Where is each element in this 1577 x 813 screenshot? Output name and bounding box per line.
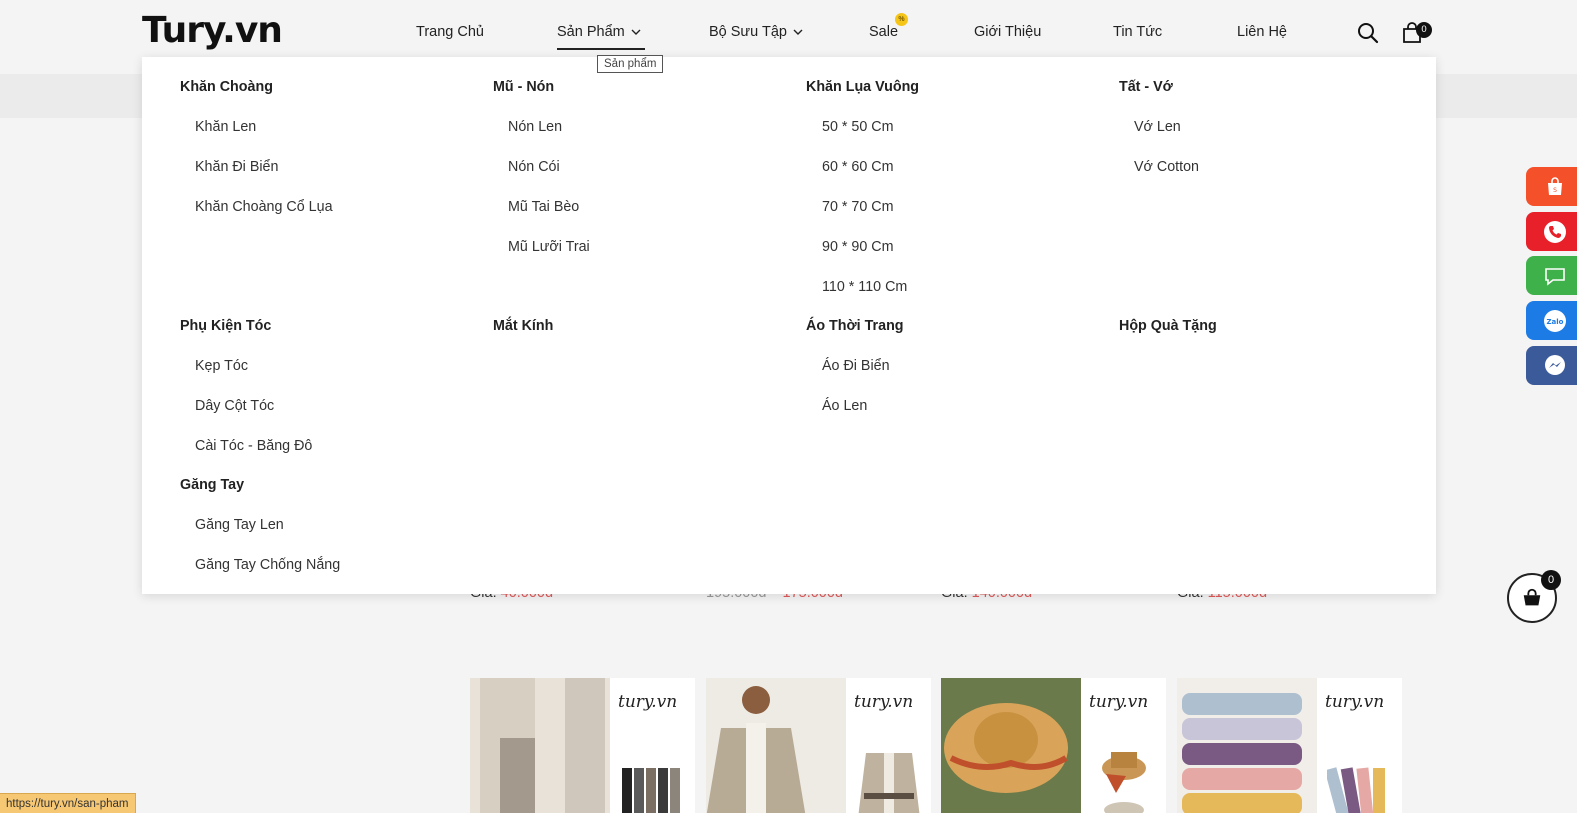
menu-category-mat-kinh[interactable]: Mắt Kính <box>493 318 553 334</box>
menu-item[interactable]: Mũ Tai Bèo <box>508 199 579 215</box>
product-thumbnail <box>858 753 920 813</box>
brand-watermark: tury.vn <box>618 692 678 712</box>
menu-item[interactable]: 70 * 70 Cm <box>822 199 894 215</box>
zalo-button[interactable]: Zalo <box>1526 301 1577 340</box>
product-card[interactable]: tury.vn <box>470 678 695 813</box>
menu-category-ao-thoi-trang[interactable]: Áo Thời Trang <box>806 318 904 334</box>
nav-sale[interactable]: Sale <box>869 24 898 40</box>
logo[interactable]: Tury.vn <box>142 10 283 51</box>
brand-watermark: tury.vn <box>1325 692 1385 712</box>
menu-category-tat-vo[interactable]: Tất - Vớ <box>1119 79 1173 95</box>
nav-bo-suu-tap[interactable]: Bộ Sưu Tập <box>709 24 803 40</box>
nav-label: Trang Chủ <box>416 24 484 40</box>
tooltip: Sản phẩm <box>597 55 664 73</box>
menu-item[interactable]: Khăn Choàng Cổ Lụa <box>195 199 333 215</box>
product-image <box>941 678 1081 813</box>
brand-watermark: tury.vn <box>1089 692 1149 712</box>
menu-item[interactable]: Nón Cói <box>508 159 560 175</box>
menu-item[interactable]: Khăn Đi Biển <box>195 159 278 175</box>
menu-item[interactable]: Nón Len <box>508 119 562 135</box>
product-image <box>470 678 610 813</box>
chat-bubble-icon <box>1544 267 1565 286</box>
product-card[interactable]: tury.vn <box>941 678 1166 813</box>
menu-item[interactable]: 60 * 60 Cm <box>822 159 894 175</box>
product-thumbnail <box>1327 767 1385 813</box>
browser-status-url: https://tury.vn/san-pham <box>0 793 136 813</box>
menu-item[interactable]: Kẹp Tóc <box>195 358 248 374</box>
menu-item[interactable]: Áo Len <box>822 398 867 414</box>
menu-item[interactable]: Dây Cột Tóc <box>195 398 274 414</box>
menu-item[interactable]: Mũ Lưỡi Trai <box>508 239 590 255</box>
menu-item[interactable]: Vớ Cotton <box>1134 159 1199 175</box>
nav-tin-tuc[interactable]: Tin Tức <box>1113 24 1162 40</box>
menu-item[interactable]: 50 * 50 Cm <box>822 119 894 135</box>
nav-gioi-thieu[interactable]: Giới Thiệu <box>974 24 1041 40</box>
zalo-label: Zalo <box>1546 318 1563 326</box>
nav-label: Tin Tức <box>1113 24 1163 40</box>
menu-item[interactable]: Khăn Len <box>195 119 256 135</box>
nav-label: Bộ Sưu Tập <box>709 24 787 40</box>
product-image <box>706 678 846 813</box>
mega-menu-dropdown: Khăn Choàng Khăn Len Khăn Đi Biển Khăn C… <box>142 57 1436 594</box>
product-card[interactable]: tury.vn <box>706 678 931 813</box>
svg-text:S: S <box>1553 187 1557 194</box>
zalo-icon: Zalo <box>1543 309 1566 332</box>
shopee-button[interactable]: S <box>1526 167 1577 206</box>
nav-label: Sale <box>869 24 899 40</box>
sale-badge: % <box>895 13 908 26</box>
product-image <box>1177 678 1317 813</box>
messenger-button[interactable] <box>1526 346 1577 385</box>
menu-item[interactable]: Cài Tóc - Băng Đô <box>195 438 312 454</box>
menu-category-hop-qua-tang[interactable]: Hộp Quà Tặng <box>1119 318 1217 334</box>
chevron-down-icon <box>793 29 803 35</box>
floating-cart-count: 0 <box>1541 570 1561 590</box>
phone-icon <box>1543 220 1566 243</box>
sms-button[interactable] <box>1526 256 1577 295</box>
nav-label: Liên Hệ <box>1237 24 1287 40</box>
menu-category-phu-kien-toc[interactable]: Phụ Kiện Tóc <box>180 318 271 334</box>
menu-category-mu-non[interactable]: Mũ - Nón <box>493 79 554 95</box>
menu-category-khan-lua-vuong[interactable]: Khăn Lụa Vuông <box>806 79 919 95</box>
menu-item[interactable]: Găng Tay Len <box>195 517 284 533</box>
phone-call-button[interactable] <box>1526 212 1577 251</box>
menu-item[interactable]: 110 * 110 Cm <box>822 279 907 295</box>
shopee-bag-icon: S <box>1547 176 1562 195</box>
brand-watermark: tury.vn <box>854 692 914 712</box>
nav-label: Sản Phẩm <box>557 24 625 40</box>
product-card[interactable]: tury.vn <box>1177 678 1402 813</box>
nav-lien-he[interactable]: Liên Hệ <box>1237 24 1287 40</box>
messenger-icon <box>1544 354 1565 375</box>
nav-trang-chu[interactable]: Trang Chủ <box>416 24 484 40</box>
product-thumbnail <box>1102 752 1146 813</box>
menu-category-khan-choang[interactable]: Khăn Choàng <box>180 79 273 95</box>
menu-category-gang-tay[interactable]: Găng Tay <box>180 477 244 493</box>
nav-san-pham[interactable]: Sản Phẩm <box>557 24 645 50</box>
basket-icon <box>1523 588 1541 606</box>
menu-item[interactable]: Găng Tay Chống Nắng <box>195 557 340 573</box>
cart-count-badge: 0 <box>1416 22 1432 38</box>
nav-label: Giới Thiệu <box>974 24 1042 40</box>
menu-item[interactable]: 90 * 90 Cm <box>822 239 894 255</box>
menu-item[interactable]: Áo Đi Biển <box>822 358 890 374</box>
product-thumbnail <box>622 768 680 813</box>
search-icon[interactable] <box>1356 21 1380 45</box>
menu-item[interactable]: Vớ Len <box>1134 119 1181 135</box>
chevron-down-icon <box>631 29 641 35</box>
